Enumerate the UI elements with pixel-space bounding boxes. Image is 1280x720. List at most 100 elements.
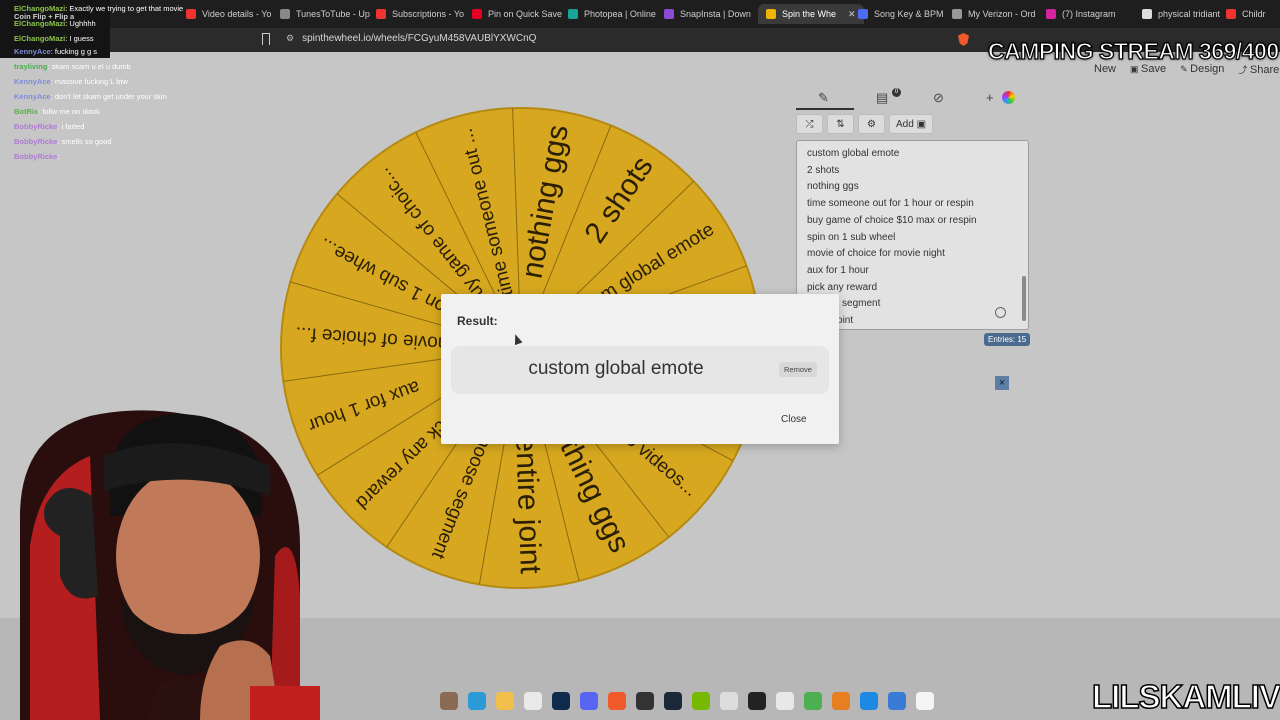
browser-tab[interactable]: Song Key & BPM (858, 4, 944, 24)
tab-favicon-icon (1046, 9, 1056, 19)
tab-label: TunesToTube - Up (296, 9, 370, 19)
entry-line: buy game of choice $10 max or respin (807, 214, 977, 226)
browser-tab[interactable]: My Verizon - Ord (952, 4, 1036, 24)
taskbar-app-icon[interactable] (440, 692, 458, 710)
taskbar-nvidia-icon[interactable] (692, 692, 710, 710)
remove-button[interactable]: Remove (779, 362, 817, 377)
chat-username[interactable]: ElChangoMazi (14, 19, 65, 28)
chat-text: : massive fucking L btw (50, 77, 128, 86)
taskbar-file-icon[interactable] (916, 692, 934, 710)
tab-favicon-icon (858, 9, 868, 19)
browser-tab-bar: Video details - Yo TunesToTube - Up Subscr… (0, 0, 1280, 28)
chat-username[interactable]: trayliving (14, 62, 47, 71)
taskbar-folder-icon[interactable] (496, 692, 514, 710)
close-icon[interactable]: × (995, 376, 1009, 390)
chat-text: : skam scam u el u dumb (47, 62, 131, 71)
tab-label: (7) Instagram (1062, 9, 1116, 19)
tab-favicon-icon (1142, 9, 1152, 19)
tab-label: Pin on Quick Save (488, 9, 563, 19)
results-tab-clipboard-icon[interactable]: ▤ (876, 90, 888, 106)
chat-message: BotRix: follw me on tiktok (14, 107, 100, 116)
chat-username[interactable]: ElChangoMazi (14, 34, 65, 43)
chat-username[interactable]: BobbyRicke (14, 137, 57, 146)
taskbar-app-icon[interactable] (832, 692, 850, 710)
taskbar-app-icon[interactable] (776, 692, 794, 710)
taskbar-steam-icon[interactable] (664, 692, 682, 710)
browser-tab[interactable]: Spin the Whe ✕ (758, 4, 864, 24)
chat-message: KennyAce: don't let skam get under your … (14, 92, 167, 101)
browser-tab[interactable]: physical tridiant (1142, 4, 1220, 24)
sort-button[interactable]: ⇅ (827, 114, 854, 134)
result-box: custom global emote Remove (451, 346, 829, 394)
chat-message: BobbyRicke: smells so good (14, 137, 112, 146)
tab-label: Video details - Yo (202, 9, 272, 19)
taskbar-photoshop-icon[interactable] (552, 692, 570, 710)
browser-tab[interactable]: Photopea | Online (568, 4, 656, 24)
emoji-icon[interactable] (995, 307, 1006, 318)
tab-close-icon[interactable]: ✕ (848, 9, 856, 20)
tab-label: My Verizon - Ord (968, 9, 1036, 19)
add-image-label: Add (896, 118, 914, 130)
chat-username[interactable]: BobbyRicke (14, 122, 57, 131)
bookmark-icon[interactable] (262, 33, 270, 45)
close-button[interactable]: Close (781, 414, 807, 425)
chat-username[interactable]: KennyAce (14, 47, 51, 56)
brave-shield-icon[interactable] (958, 33, 969, 46)
chat-username[interactable]: BobbyRicke (14, 152, 57, 161)
chat-message: trayliving: skam scam u el u dumb (14, 62, 131, 71)
taskbar-obs-icon[interactable] (636, 692, 654, 710)
entry-line: custom global emote (807, 148, 900, 159)
chat-text: : Ughhhh (65, 19, 96, 28)
entries-scrollbar[interactable] (1022, 276, 1026, 321)
edit-tab-pencil-icon[interactable]: ✎ (818, 90, 829, 106)
chat-username[interactable]: KennyAce (14, 77, 51, 86)
tab-label: SnapInsta | Down (680, 9, 751, 19)
active-tab-indicator (796, 108, 854, 110)
entry-line: pick any reward (807, 281, 878, 293)
shuffle-button[interactable]: ⤮ (796, 114, 823, 134)
taskbar-notes-icon[interactable] (860, 692, 878, 710)
hide-tab-eye-off-icon[interactable]: ⊘ (933, 90, 944, 106)
settings-button[interactable]: ⚙ (858, 114, 885, 134)
site-settings-icon[interactable]: ⚙ (286, 33, 294, 44)
taskbar-store-icon[interactable] (524, 692, 542, 710)
browser-tab[interactable]: SnapInsta | Down (664, 4, 751, 24)
entries-count-badge: Entries: 15 (984, 333, 1031, 346)
channel-watermark: LILSKAMLIVE (1091, 677, 1280, 716)
taskbar-edge-icon[interactable] (468, 692, 486, 710)
taskbar-app-icon[interactable] (804, 692, 822, 710)
browser-tab[interactable]: (7) Instagram (1046, 4, 1116, 24)
taskbar-app-icon[interactable] (888, 692, 906, 710)
chat-message: BobbyRicke: (14, 152, 59, 161)
chat-message: BobbyRicke: i farted (14, 122, 84, 131)
chat-text: : smells so good (57, 137, 112, 146)
taskbar-app-icon[interactable] (720, 692, 738, 710)
taskbar-discord-icon[interactable] (580, 692, 598, 710)
entry-line: movie of choice for movie night (807, 248, 945, 260)
add-image-button[interactable]: Add ▣ (889, 114, 934, 134)
design-icon: ✎ (1180, 64, 1191, 74)
tab-favicon-icon (664, 9, 674, 19)
chat-username[interactable]: KennyAce (14, 92, 51, 101)
save-icon: ▣ (1130, 64, 1142, 74)
color-wheel-icon[interactable] (1002, 91, 1015, 104)
url-field[interactable]: ⚙ spinthewheel.io/wheels/FCGyuM458VAUBlY… (286, 33, 536, 44)
tab-favicon-icon (186, 9, 196, 19)
tab-favicon-icon (952, 9, 962, 19)
tab-label: physical tridiant (1158, 9, 1221, 19)
browser-tab[interactable]: Video details - Yo (186, 4, 271, 24)
chat-username[interactable]: BotRix (14, 107, 38, 116)
os-taskbar (440, 688, 980, 714)
browser-tab[interactable]: Subscriptions - Yo (376, 4, 464, 24)
share-label: Share (1249, 64, 1280, 76)
taskbar-app-icon[interactable] (748, 692, 766, 710)
browser-tab[interactable]: Childr (1226, 4, 1266, 24)
chat-text: : follw me on tiktok (38, 107, 100, 116)
browser-tab[interactable]: Pin on Quick Save (472, 4, 562, 24)
tab-favicon-icon (766, 9, 776, 19)
tab-label: Spin the Whe (782, 9, 837, 19)
add-wheel-plus-icon[interactable]: + (986, 90, 994, 105)
tab-favicon-icon (568, 9, 578, 19)
taskbar-brave-icon[interactable] (608, 692, 626, 710)
browser-tab[interactable]: TunesToTube - Up (280, 4, 370, 24)
